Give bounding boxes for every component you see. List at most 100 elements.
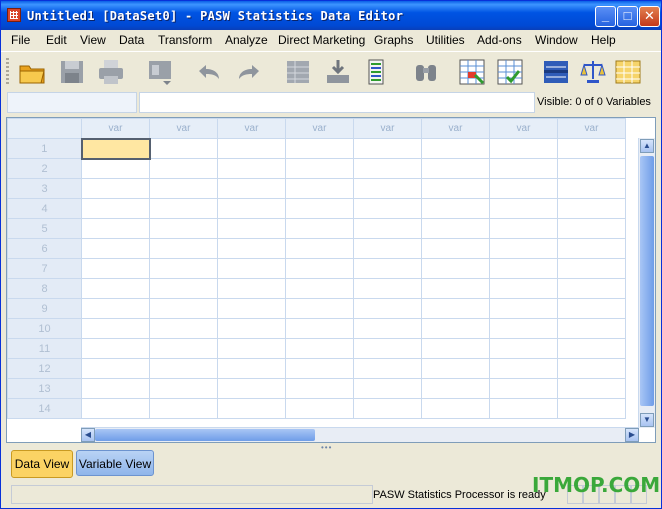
data-cell[interactable] xyxy=(489,238,558,259)
data-cell[interactable] xyxy=(557,258,626,279)
insert-cases-icon[interactable] xyxy=(457,57,487,87)
cell-value-field[interactable] xyxy=(139,92,535,113)
data-cell[interactable] xyxy=(421,278,490,299)
data-cell[interactable] xyxy=(217,178,286,199)
toolbar-grip[interactable] xyxy=(6,58,9,86)
data-cell[interactable] xyxy=(217,198,286,219)
horizontal-scrollbar[interactable]: ◀ ▶ xyxy=(81,427,639,442)
split-file-icon[interactable] xyxy=(541,57,571,87)
data-cell[interactable] xyxy=(285,138,354,159)
data-cell[interactable] xyxy=(421,158,490,179)
open-folder-icon[interactable] xyxy=(17,57,47,87)
data-cell[interactable] xyxy=(149,158,218,179)
data-cell[interactable] xyxy=(81,238,150,259)
data-cell[interactable] xyxy=(149,378,218,399)
data-cell[interactable] xyxy=(217,218,286,239)
corner-cell[interactable] xyxy=(7,118,82,139)
row-number[interactable]: 2 xyxy=(7,158,82,179)
scroll-up-icon[interactable]: ▲ xyxy=(640,139,654,153)
column-header[interactable]: var xyxy=(421,118,490,139)
menu-graphs[interactable]: Graphs xyxy=(374,33,413,47)
data-cell[interactable] xyxy=(149,178,218,199)
scroll-right-icon[interactable]: ▶ xyxy=(625,428,639,442)
data-cell[interactable] xyxy=(489,278,558,299)
data-cell[interactable] xyxy=(489,198,558,219)
data-cell[interactable] xyxy=(285,318,354,339)
data-cell[interactable] xyxy=(285,218,354,239)
data-cell[interactable] xyxy=(217,298,286,319)
data-cell[interactable] xyxy=(81,198,150,219)
data-cell[interactable] xyxy=(353,278,422,299)
row-number[interactable]: 14 xyxy=(7,398,82,419)
data-cell[interactable] xyxy=(217,138,286,159)
data-cell[interactable] xyxy=(489,138,558,159)
row-number[interactable]: 6 xyxy=(7,238,82,259)
data-cell[interactable] xyxy=(421,338,490,359)
data-cell[interactable] xyxy=(353,198,422,219)
data-cell[interactable] xyxy=(149,298,218,319)
row-number[interactable]: 12 xyxy=(7,358,82,379)
data-cell[interactable] xyxy=(353,318,422,339)
save-icon[interactable] xyxy=(57,57,87,87)
data-cell[interactable] xyxy=(557,378,626,399)
column-header[interactable]: var xyxy=(285,118,354,139)
data-cell[interactable] xyxy=(421,138,490,159)
data-cell[interactable] xyxy=(149,338,218,359)
data-cell[interactable] xyxy=(149,278,218,299)
data-cell[interactable] xyxy=(489,398,558,419)
data-cell[interactable] xyxy=(217,338,286,359)
row-number[interactable]: 9 xyxy=(7,298,82,319)
column-header[interactable]: var xyxy=(557,118,626,139)
minimize-button[interactable]: _ xyxy=(595,6,616,27)
data-cell[interactable] xyxy=(81,158,150,179)
vertical-scrollbar[interactable]: ▲ ▼ xyxy=(638,138,655,428)
data-cell[interactable] xyxy=(81,338,150,359)
row-number[interactable]: 11 xyxy=(7,338,82,359)
data-cell[interactable] xyxy=(285,258,354,279)
data-cell[interactable] xyxy=(217,158,286,179)
data-cell[interactable] xyxy=(489,258,558,279)
find-icon[interactable] xyxy=(411,57,441,87)
menu-data[interactable]: Data xyxy=(119,33,144,47)
data-cell[interactable] xyxy=(421,378,490,399)
row-number[interactable]: 10 xyxy=(7,318,82,339)
row-number[interactable]: 5 xyxy=(7,218,82,239)
data-cell[interactable] xyxy=(81,398,150,419)
data-cell[interactable] xyxy=(489,158,558,179)
data-cell[interactable] xyxy=(557,278,626,299)
select-cases-icon[interactable] xyxy=(613,57,643,87)
data-cell[interactable] xyxy=(557,318,626,339)
redo-icon[interactable] xyxy=(234,57,264,87)
menu-utilities[interactable]: Utilities xyxy=(426,33,465,47)
menu-edit[interactable]: Edit xyxy=(46,33,67,47)
insert-variable-icon[interactable] xyxy=(495,57,525,87)
row-number[interactable]: 4 xyxy=(7,198,82,219)
data-cell[interactable] xyxy=(285,278,354,299)
data-cell[interactable] xyxy=(421,358,490,379)
data-cell[interactable] xyxy=(353,138,422,159)
data-cell[interactable] xyxy=(149,318,218,339)
data-cell[interactable] xyxy=(81,218,150,239)
data-cell[interactable] xyxy=(421,298,490,319)
title-bar[interactable]: Untitled1 [DataSet0] - PASW Statistics D… xyxy=(1,1,661,30)
menu-view[interactable]: View xyxy=(80,33,106,47)
data-cell[interactable] xyxy=(149,198,218,219)
data-cell[interactable] xyxy=(285,338,354,359)
row-number[interactable]: 8 xyxy=(7,278,82,299)
goto-case-icon[interactable] xyxy=(283,57,313,87)
data-grid[interactable]: var var var var var var var var 1 2 3 4 5 6 7 8 9 10 11 12 1… xyxy=(6,117,656,443)
data-cell[interactable] xyxy=(421,398,490,419)
undo-icon[interactable] xyxy=(194,57,224,87)
data-cell[interactable] xyxy=(421,258,490,279)
row-number[interactable]: 7 xyxy=(7,258,82,279)
goto-variable-icon[interactable] xyxy=(323,57,353,87)
menu-analyze[interactable]: Analyze xyxy=(225,33,268,47)
maximize-button[interactable]: □ xyxy=(617,6,638,27)
data-cell[interactable] xyxy=(557,218,626,239)
data-cell[interactable] xyxy=(81,278,150,299)
data-cell[interactable] xyxy=(217,358,286,379)
menu-help[interactable]: Help xyxy=(591,33,616,47)
data-cell[interactable] xyxy=(217,238,286,259)
data-cell[interactable] xyxy=(149,238,218,259)
data-cell[interactable] xyxy=(353,338,422,359)
